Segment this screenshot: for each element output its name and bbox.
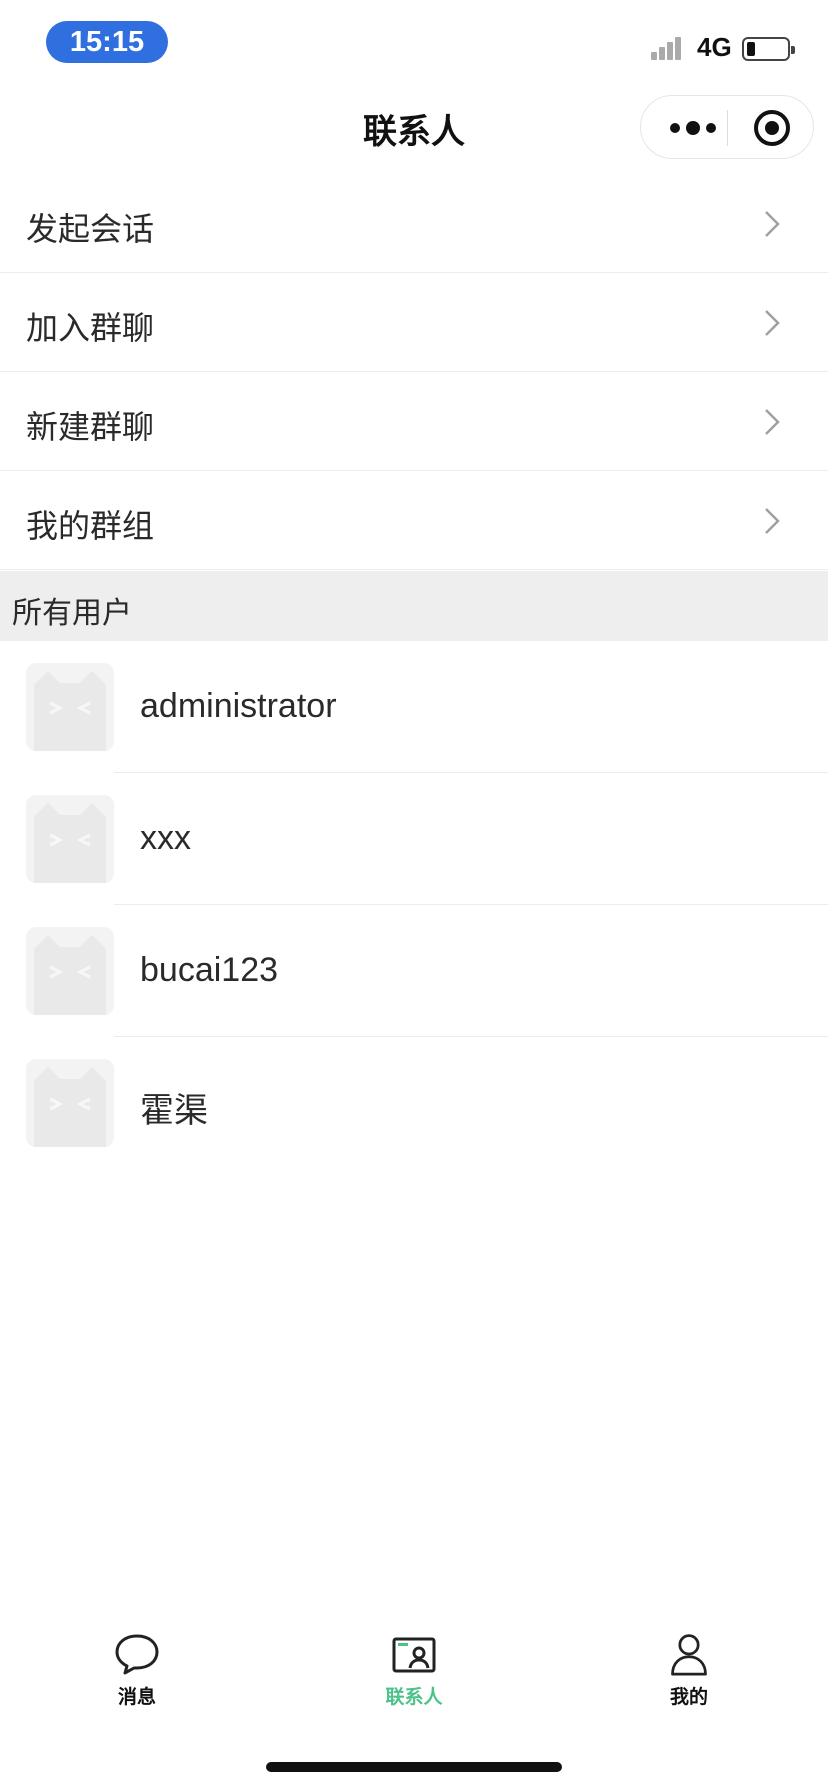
user-list: administrator xxx bucai123 霍渠 bbox=[0, 641, 828, 1169]
avatar bbox=[26, 795, 114, 883]
tab-label: 我的 bbox=[669, 1686, 708, 1708]
tab-label: 联系人 bbox=[385, 1686, 443, 1708]
tab-contacts[interactable]: 联系人 bbox=[334, 1618, 494, 1728]
more-dots-icon[interactable] bbox=[665, 116, 721, 140]
person-icon bbox=[671, 1634, 707, 1676]
list-item[interactable]: bucai123 bbox=[0, 905, 828, 1037]
avatar bbox=[26, 663, 114, 751]
user-name: administrator bbox=[140, 687, 337, 725]
contact-card-icon bbox=[392, 1637, 436, 1673]
cat-avatar-icon bbox=[34, 1067, 106, 1147]
target-icon[interactable] bbox=[753, 109, 791, 147]
capsule-divider bbox=[727, 110, 728, 146]
menu-item-join-group[interactable]: 加入群聊 bbox=[0, 273, 828, 372]
chevron-right-icon bbox=[765, 310, 780, 336]
list-item[interactable]: 霍渠 bbox=[0, 1037, 828, 1169]
contacts-screen: 15:15 4G 联系人 发起会话 加入群聊 新建群聊 我的群组 所有用户 ad… bbox=[0, 0, 828, 1792]
list-item[interactable]: xxx bbox=[0, 773, 828, 905]
chat-bubble-icon bbox=[115, 1634, 159, 1675]
cat-avatar-icon bbox=[34, 935, 106, 1015]
menu-item-label: 新建群聊 bbox=[26, 408, 155, 446]
section-header-all-users: 所有用户 bbox=[0, 571, 828, 641]
section-title: 所有用户 bbox=[12, 596, 132, 631]
nav-bar: 联系人 bbox=[0, 90, 828, 174]
status-time: 15:15 bbox=[46, 21, 168, 63]
tab-bar: 消息 联系人 我的 bbox=[0, 1618, 828, 1728]
user-name: 霍渠 bbox=[140, 1092, 208, 1130]
status-bar: 15:15 4G bbox=[0, 0, 828, 90]
signal-icon bbox=[651, 34, 689, 60]
home-indicator[interactable] bbox=[266, 1762, 562, 1772]
avatar bbox=[26, 927, 114, 1015]
avatar bbox=[26, 1059, 114, 1147]
mini-program-capsule bbox=[640, 95, 814, 159]
chevron-right-icon bbox=[765, 508, 780, 534]
menu-item-label: 我的群组 bbox=[26, 507, 155, 545]
menu-item-label: 加入群聊 bbox=[26, 309, 155, 347]
user-name: xxx bbox=[140, 819, 191, 857]
menu-item-label: 发起会话 bbox=[26, 210, 155, 248]
cat-avatar-icon bbox=[34, 671, 106, 751]
network-type: 4G bbox=[697, 32, 732, 62]
list-item[interactable]: administrator bbox=[0, 641, 828, 773]
tab-messages[interactable]: 消息 bbox=[57, 1618, 217, 1728]
tab-label: 消息 bbox=[117, 1686, 156, 1708]
chevron-right-icon bbox=[765, 211, 780, 237]
chevron-right-icon bbox=[765, 409, 780, 435]
tab-me[interactable]: 我的 bbox=[609, 1618, 769, 1728]
cat-avatar-icon bbox=[34, 803, 106, 883]
battery-icon bbox=[742, 37, 795, 61]
menu-item-my-groups[interactable]: 我的群组 bbox=[0, 471, 828, 570]
menu-item-create-group[interactable]: 新建群聊 bbox=[0, 372, 828, 471]
menu-item-start-chat[interactable]: 发起会话 bbox=[0, 174, 828, 273]
action-menu: 发起会话 加入群聊 新建群聊 我的群组 bbox=[0, 174, 828, 570]
user-name: bucai123 bbox=[140, 951, 279, 989]
